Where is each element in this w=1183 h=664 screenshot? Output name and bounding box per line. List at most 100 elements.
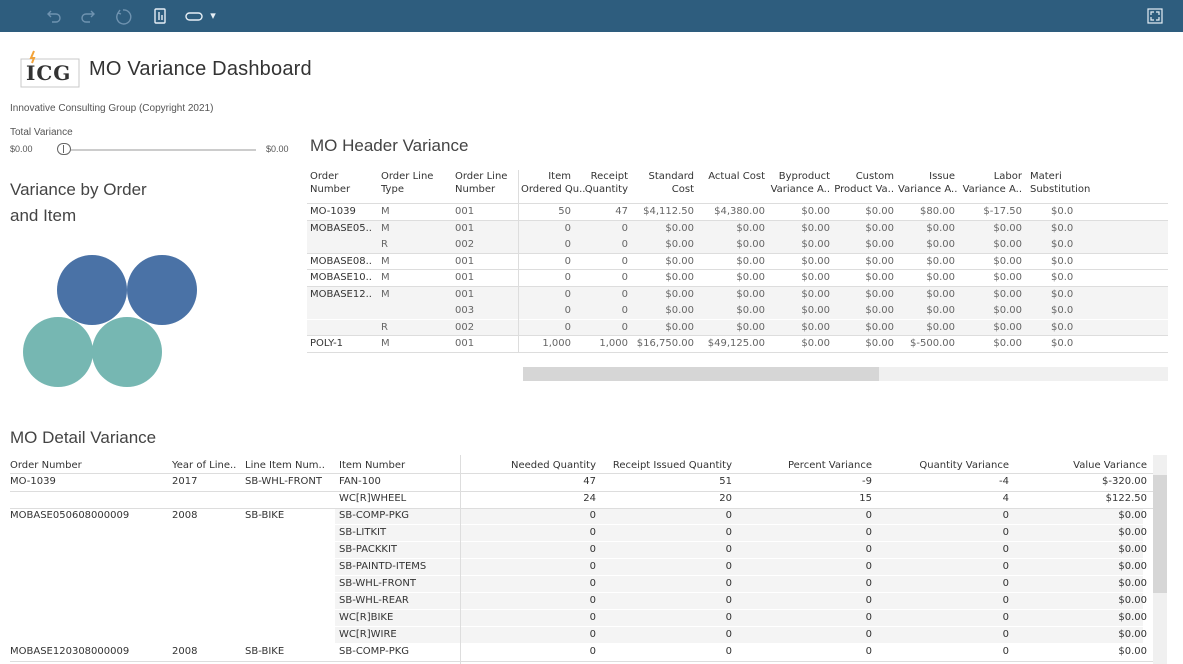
- header-col-10[interactable]: Labor Variance A..: [959, 170, 1022, 202]
- detail-header-col-6[interactable]: Percent Variance: [740, 459, 872, 472]
- detail-header-col-2[interactable]: Line Item Num..: [245, 459, 335, 472]
- table-row[interactable]: MOBASE10.. M 001 0 0 $0.00 $0.00 $0.00 $0.00 $0.0…: [307, 270, 1168, 286]
- table-cell: 15: [859, 493, 872, 504]
- header-col-11[interactable]: Materi Substitution: [1024, 170, 1168, 202]
- table-cell: $0.00: [736, 239, 765, 250]
- header-col-3[interactable]: Item Ordered Qu..: [521, 170, 585, 202]
- bubble-order-4[interactable]: [92, 317, 162, 387]
- share-icon[interactable]: [184, 6, 204, 26]
- fullscreen-icon[interactable]: [1145, 6, 1165, 26]
- bubble-order-3[interactable]: [23, 317, 93, 387]
- table-cell: 0: [589, 595, 596, 606]
- row-divider: [10, 491, 1153, 492]
- table-cell: $0.00: [865, 206, 894, 217]
- table-cell: 2008: [172, 510, 198, 521]
- header-col-0[interactable]: Order Number: [310, 170, 380, 202]
- table-row[interactable]: MOBASE12.. M 001 0 0 $0.00 $0.00 $0.00 $0.00 $0.0…: [307, 287, 1168, 303]
- pause-icon[interactable]: [150, 6, 170, 26]
- row-divider: [307, 269, 1168, 270]
- header-col-1[interactable]: Order Line Type: [381, 170, 446, 202]
- slider-handle[interactable]: [57, 143, 71, 155]
- detail-header-col-8[interactable]: Value Variance: [1016, 459, 1147, 472]
- header-col-6[interactable]: Actual Cost: [697, 170, 765, 202]
- table-row[interactable]: WC[R]WIRE 0 0 0 0 $0.00: [0, 627, 1147, 643]
- table-cell: 0: [1002, 578, 1009, 589]
- header-col-9[interactable]: Issue Variance A..: [898, 170, 957, 202]
- table-cell: $0.00: [926, 239, 955, 250]
- table-row[interactable]: MOBASE050608000009 2008 SB-BIKE SB-COMP-PKG…: [0, 508, 1147, 524]
- table-cell: 0: [865, 646, 872, 657]
- bubble-order-2[interactable]: [127, 255, 197, 325]
- table-row[interactable]: MOBASE120308000009 2008 SB-BIKE SB-COMP-PKG…: [0, 644, 1147, 660]
- table-cell: [10, 559, 160, 575]
- header-col-label: Receipt: [590, 171, 628, 182]
- table-row[interactable]: R 002 0 0 $0.00 $0.00 $0.00 $0.00 $0.00 $0.00 $0.0: [307, 237, 1168, 253]
- table-row[interactable]: WC[R]WHEEL 24 20 15 4 $122.50: [0, 491, 1147, 507]
- table-cell: $0.00: [926, 272, 955, 283]
- table-cell: 0: [564, 289, 571, 300]
- total-variance-label: Total Variance: [10, 127, 73, 138]
- table-cell: 0: [621, 272, 628, 283]
- table-cell: 0: [564, 272, 571, 283]
- table-row[interactable]: SB-WHL-REAR 0 0 0 0 $0.00: [0, 593, 1147, 609]
- table-cell: 0: [865, 612, 872, 623]
- table-cell: [172, 627, 240, 643]
- table-cell: 0: [865, 527, 872, 538]
- table-cell: [10, 627, 160, 643]
- table-row[interactable]: 003 0 0 $0.00 $0.00 $0.00 $0.00 $0.00 $0.00 $0.0: [307, 303, 1168, 319]
- row-divider: [10, 473, 1153, 474]
- table-cell: FAN-100: [339, 476, 381, 487]
- table-cell: $0.00: [801, 338, 830, 349]
- table-cell: MO-1039: [310, 206, 356, 217]
- header-col-4[interactable]: Receipt Quantity: [575, 170, 628, 202]
- header-col-label: Cost: [671, 184, 694, 195]
- table-cell: 0: [1002, 612, 1009, 623]
- table-cell: $0.00: [801, 256, 830, 267]
- table-cell: [245, 576, 335, 592]
- header-col-label: Product Va..: [834, 184, 894, 195]
- table-cell: 0: [621, 256, 628, 267]
- horizontal-scrollbar-thumb[interactable]: [523, 367, 879, 381]
- table-cell: SB-WHL-FRONT: [339, 578, 416, 589]
- header-col-7[interactable]: Byproduct Variance A..: [769, 170, 830, 202]
- table-cell: WC[R]WIRE: [339, 629, 397, 640]
- header-col-label: Labor: [993, 171, 1022, 182]
- table-cell: $0.00: [1118, 544, 1147, 555]
- revert-icon[interactable]: [114, 6, 134, 26]
- header-col-2[interactable]: Order Line Number: [455, 170, 517, 202]
- table-cell: 0: [621, 223, 628, 234]
- toolbar: ▾: [0, 0, 1183, 32]
- menu-caret-icon[interactable]: ▾: [207, 6, 219, 26]
- table-row[interactable]: MO-1039 2017 SB-WHL-FRONT FAN-100 47 51 -9 -4 $-…: [0, 474, 1147, 490]
- detail-header-col-1[interactable]: Year of Line..: [172, 459, 240, 472]
- table-row[interactable]: R 002 0 0 $0.00 $0.00 $0.00 $0.00 $0.00 $0.00 $0.0: [307, 320, 1168, 336]
- undo-icon[interactable]: [44, 6, 64, 26]
- redo-icon[interactable]: [78, 6, 98, 26]
- vertical-scrollbar-thumb[interactable]: [1153, 475, 1167, 593]
- table-cell: [10, 593, 160, 609]
- slider-max-value: $0.00: [266, 144, 289, 154]
- detail-header-col-7[interactable]: Quantity Variance: [880, 459, 1009, 472]
- header-col-5[interactable]: Standard Cost: [632, 170, 695, 202]
- table-row[interactable]: MOBASE08.. M 001 0 0 $0.00 $0.00 $0.00 $0.00 $0.0…: [307, 254, 1168, 270]
- total-variance-slider-track[interactable]: [66, 149, 256, 151]
- detail-header-col-4[interactable]: Needed Quantity: [470, 459, 596, 472]
- table-row[interactable]: WC[R]BIKE 0 0 0 0 $0.00: [0, 610, 1147, 626]
- detail-header-col-5[interactable]: Receipt Issued Quantity: [604, 459, 732, 472]
- table-row[interactable]: MO-1039 M 001 50 47 $4,112.50 $4,380.00 $0.00 $0…: [307, 204, 1168, 220]
- table-row[interactable]: SB-LITKIT 0 0 0 0 $0.00: [0, 525, 1147, 541]
- detail-header-col-3[interactable]: Item Number: [339, 459, 457, 472]
- table-row[interactable]: SB-PACKKIT 0 0 0 0 $0.00: [0, 542, 1147, 558]
- table-row[interactable]: POLY-1 M 001 1,000 1,000 $16,750.00 $49,125.00…: [307, 336, 1168, 352]
- table-cell: $0.00: [665, 272, 694, 283]
- table-row[interactable]: MOBASE05.. M 001 0 0 $0.00 $0.00 $0.00 $0.00 $0.0…: [307, 221, 1168, 237]
- detail-header-col-0[interactable]: Order Number: [10, 459, 160, 472]
- table-cell: 2017: [172, 476, 198, 487]
- table-cell: $0.0: [1051, 223, 1074, 234]
- table-cell: 0: [589, 578, 596, 589]
- bubble-order-1[interactable]: [57, 255, 127, 325]
- table-row[interactable]: SB-PAINTD-ITEMS 0 0 0 0 $0.00: [0, 559, 1147, 575]
- table-row[interactable]: SB-WHL-FRONT 0 0 0 0 $0.00: [0, 576, 1147, 592]
- table-cell: 0: [725, 527, 732, 538]
- header-col-8[interactable]: Custom Product Va..: [834, 170, 894, 202]
